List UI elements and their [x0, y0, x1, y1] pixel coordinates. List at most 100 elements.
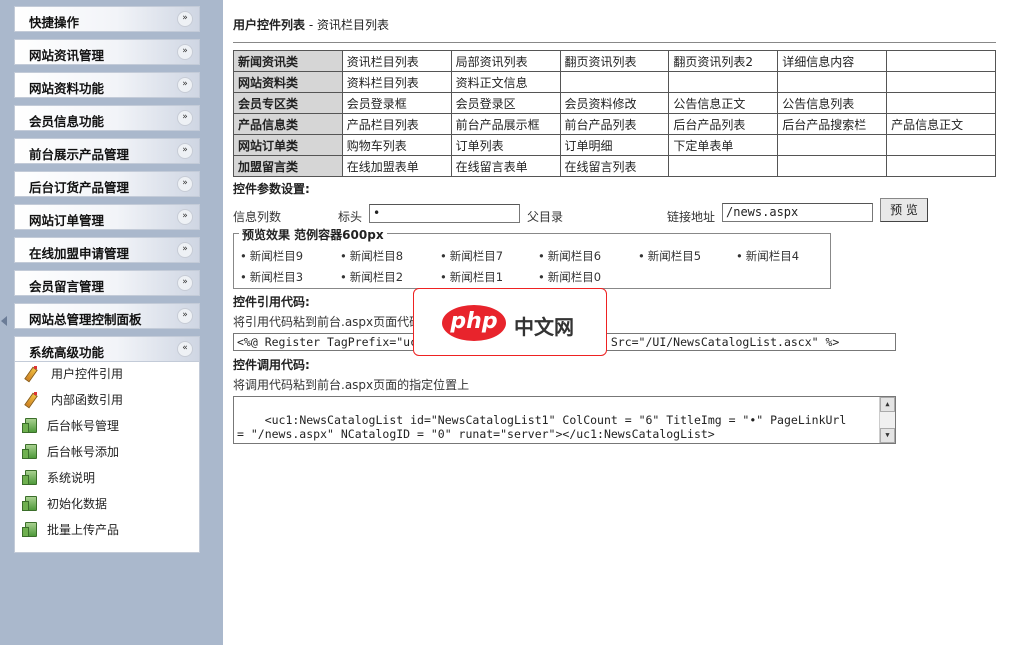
control-link[interactable]: 会员登录框	[341, 92, 452, 114]
preview-legend: 预览效果 范例容器600px	[239, 226, 387, 243]
chevron-up-icon[interactable]: «	[177, 341, 193, 357]
menu-news-management[interactable]: 网站资讯管理 »	[14, 39, 200, 65]
preview-list-item[interactable]: 新闻栏目3	[240, 269, 303, 285]
control-link[interactable]: 订单列表	[450, 134, 561, 156]
control-link[interactable]: 在线留言列表	[559, 155, 670, 177]
menu-member-info[interactable]: 会员信息功能 »	[14, 105, 200, 131]
call-code-textarea[interactable]: <uc1:NewsCatalogList id="NewsCatalogList…	[233, 396, 896, 444]
control-link[interactable]: 公告信息列表	[777, 92, 888, 114]
preview-list-item[interactable]: 新闻栏目6	[538, 248, 601, 264]
control-link[interactable]: 前台产品展示框	[450, 113, 561, 135]
submenu-item-function-reference[interactable]: 内部函数引用	[25, 390, 123, 408]
link-url-input[interactable]: /news.aspx	[722, 203, 873, 222]
control-link[interactable]: 资料栏目列表	[341, 71, 452, 93]
count-label: 信息列数	[233, 210, 282, 224]
control-link[interactable]: 资讯栏目列表	[341, 50, 452, 72]
empty-cell	[886, 134, 996, 156]
menu-quick-actions[interactable]: 快捷操作 »	[14, 6, 200, 32]
menu-franchise-applications[interactable]: 在线加盟申请管理 »	[14, 237, 200, 263]
control-link[interactable]: 详细信息内容	[777, 50, 888, 72]
menu-label: 后台订货产品管理	[29, 180, 130, 195]
menu-advanced-features[interactable]: 系统高级功能 «	[14, 336, 200, 362]
pencil-icon	[25, 391, 41, 407]
control-link[interactable]: 资料正文信息	[450, 71, 561, 93]
menu-back-order-products[interactable]: 后台订货产品管理 »	[14, 171, 200, 197]
control-link[interactable]: 在线留言表单	[450, 155, 561, 177]
control-link[interactable]: 会员登录区	[450, 92, 561, 114]
control-link[interactable]: 局部资讯列表	[450, 50, 561, 72]
control-link[interactable]: 后台产品搜索栏	[777, 113, 888, 135]
submenu-item-bulk-upload[interactable]: 批量上传产品	[22, 520, 120, 538]
preview-list-item[interactable]: 新闻栏目1	[440, 269, 503, 285]
control-link[interactable]: 公告信息正文	[668, 92, 779, 114]
document-icon	[22, 417, 37, 433]
menu-label: 前台展示产品管理	[29, 147, 130, 162]
call-code-text: <uc1:NewsCatalogList id="NewsCatalogList…	[237, 413, 847, 441]
preview-list-item[interactable]: 新闻栏目2	[340, 269, 403, 285]
sidebar-toggle-arrow-icon[interactable]	[1, 316, 7, 326]
submenu-item-control-reference[interactable]: 用户控件引用	[25, 364, 123, 382]
preview-list-item[interactable]: 新闻栏目9	[240, 248, 303, 264]
call-code-hint: 将调用代码粘到前台.aspx页面的指定位置上	[233, 378, 470, 392]
call-code-scrollbar[interactable]: ▲ ▼	[879, 397, 895, 443]
advanced-submenu: 用户控件引用 内部函数引用 后台帐号管理 后台帐号添加 系统说明 初始化数据 批…	[14, 362, 200, 553]
chevron-down-icon[interactable]: »	[177, 308, 193, 324]
chevron-down-icon[interactable]: »	[177, 11, 193, 27]
menu-member-messages[interactable]: 会员留言管理 »	[14, 270, 200, 296]
menu-site-materials[interactable]: 网站资料功能 »	[14, 72, 200, 98]
php-logo-icon: php	[442, 305, 506, 341]
empty-cell	[777, 155, 888, 177]
submenu-item-label: 批量上传产品	[47, 522, 120, 537]
link-url-label: 链接地址	[667, 210, 716, 224]
chevron-down-icon[interactable]: »	[177, 143, 193, 159]
chevron-down-icon[interactable]: »	[177, 44, 193, 60]
chevron-down-icon[interactable]: »	[177, 77, 193, 93]
preview-list-item[interactable]: 新闻栏目5	[638, 248, 701, 264]
submenu-item-label: 系统说明	[47, 470, 96, 485]
submenu-item-account-add[interactable]: 后台帐号添加	[22, 442, 119, 460]
menu-control-panel[interactable]: 网站总管理控制面板 »	[14, 303, 200, 329]
document-icon	[22, 443, 37, 459]
preview-list-item[interactable]: 新闻栏目8	[340, 248, 403, 264]
menu-label: 网站订单管理	[29, 213, 105, 228]
control-link[interactable]: 翻页资讯列表	[559, 50, 670, 72]
submenu-item-system-notes[interactable]: 系统说明	[22, 468, 96, 486]
control-link[interactable]: 会员资料修改	[559, 92, 670, 114]
preview-list-item[interactable]: 新闻栏目4	[736, 248, 799, 264]
control-link[interactable]: 下定单表单	[668, 134, 779, 156]
preview-list-item[interactable]: 新闻栏目0	[538, 269, 601, 285]
page-title: 用户控件列表 - 资讯栏目列表	[233, 16, 389, 33]
chevron-down-icon[interactable]: »	[177, 209, 193, 225]
category-head: 会员专区类	[233, 92, 343, 114]
control-link[interactable]: 购物车列表	[341, 134, 452, 156]
chevron-down-icon[interactable]: »	[177, 176, 193, 192]
bullet-label: 标头	[338, 210, 363, 224]
scroll-down-icon[interactable]: ▼	[880, 428, 895, 443]
control-category-table: 新闻资讯类 资讯栏目列表 局部资讯列表 翻页资讯列表 翻页资讯列表2 详细信息内容 网站资料…	[233, 50, 996, 177]
menu-label: 系统高级功能	[29, 345, 105, 360]
menu-orders[interactable]: 网站订单管理 »	[14, 204, 200, 230]
scroll-up-icon[interactable]: ▲	[880, 397, 895, 412]
chevron-down-icon[interactable]: »	[177, 275, 193, 291]
chevron-down-icon[interactable]: »	[177, 110, 193, 126]
submenu-item-init-data[interactable]: 初始化数据	[22, 494, 107, 512]
control-link[interactable]: 订单明细	[559, 134, 670, 156]
control-link[interactable]: 在线加盟表单	[341, 155, 452, 177]
menu-label: 会员留言管理	[29, 279, 105, 294]
control-link[interactable]: 产品信息正文	[886, 113, 996, 135]
submenu-item-account-management[interactable]: 后台帐号管理	[22, 416, 119, 434]
preview-list-item[interactable]: 新闻栏目7	[440, 248, 503, 264]
control-link[interactable]: 后台产品列表	[668, 113, 779, 135]
page-title-main: 用户控件列表	[233, 18, 306, 32]
control-link[interactable]: 翻页资讯列表2	[668, 50, 779, 72]
bullet-input[interactable]: •	[369, 204, 520, 223]
control-link[interactable]: 产品栏目列表	[341, 113, 452, 135]
menu-front-products[interactable]: 前台展示产品管理 »	[14, 138, 200, 164]
category-row: 加盟留言类 在线加盟表单 在线留言表单 在线留言列表	[233, 155, 996, 177]
preview-button[interactable]: 预 览	[880, 198, 928, 222]
preview-container: 预览效果 范例容器600px 新闻栏目9 新闻栏目8 新闻栏目7 新闻栏目6 新…	[233, 226, 831, 289]
control-link[interactable]: 前台产品列表	[559, 113, 670, 135]
chevron-down-icon[interactable]: »	[177, 242, 193, 258]
empty-cell	[886, 155, 996, 177]
page-subtitle: 资讯栏目列表	[316, 18, 389, 32]
